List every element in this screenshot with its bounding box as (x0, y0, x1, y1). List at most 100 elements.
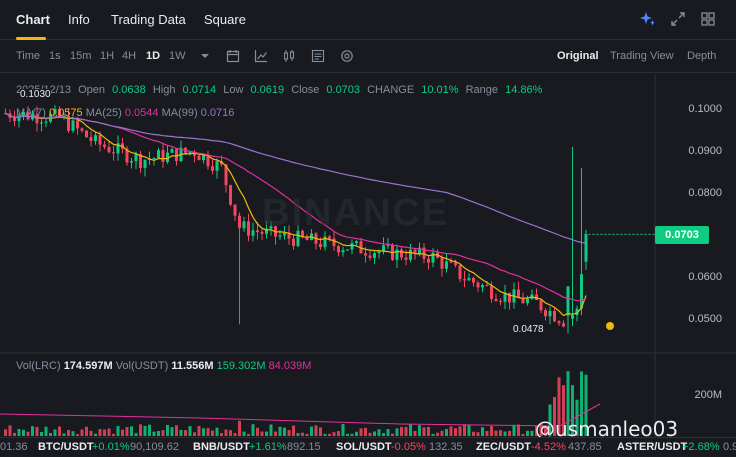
timeframe-1d[interactable]: 1D (146, 50, 160, 62)
timeframe-1w[interactable]: 1W (169, 50, 186, 62)
ma7-value: 0.0575 (49, 107, 83, 119)
view-depth[interactable]: Depth (687, 50, 716, 62)
volume-bar (287, 430, 291, 436)
volume-bar (278, 426, 282, 436)
volume-bar (134, 433, 138, 436)
volume-bar (341, 424, 345, 436)
vol-lrc-label: Vol(LRC) (16, 360, 61, 372)
candle-body (251, 230, 255, 236)
candle-body (553, 311, 556, 322)
volume-bar (107, 428, 111, 436)
range-value: 14.86% (505, 84, 543, 96)
dropdown-icon[interactable] (198, 49, 212, 63)
volume-bar (481, 427, 484, 436)
volume-bar (152, 431, 156, 436)
ticker-btc-name[interactable]: BTC/USDT (38, 441, 94, 453)
volume-bar (517, 424, 520, 436)
volume-bar (26, 431, 30, 436)
volume-bar (413, 430, 417, 436)
tab-square[interactable]: Square (204, 12, 246, 27)
ticker-bnb-change: +1.61% (249, 441, 287, 453)
candle-body (215, 161, 219, 171)
ticker-prefix: 01.36 (0, 441, 28, 453)
candle-body (157, 150, 160, 159)
volume-bar (512, 424, 516, 436)
volume-info: Vol(LRC) 174.597M Vol(USDT) 11.556M 159.… (16, 360, 311, 372)
timeframe-15m[interactable]: 15m (70, 50, 91, 62)
high-value: 0.0714 (182, 84, 217, 96)
candle-body (143, 159, 147, 168)
candle-body (170, 149, 174, 153)
volume-bar (508, 430, 511, 436)
candle-body (130, 161, 133, 163)
candle-body (319, 243, 322, 248)
volume-bar (184, 430, 187, 436)
candle-type-icon[interactable] (282, 49, 296, 63)
volume-bar (472, 431, 475, 436)
volume-bar (67, 430, 70, 436)
candle-body (292, 238, 295, 246)
grid-icon[interactable] (700, 11, 716, 27)
price-axis-1: 0.0900 (688, 145, 722, 157)
volume-bar (382, 433, 385, 436)
volume-bar (467, 425, 471, 436)
view-original[interactable]: Original (557, 50, 599, 62)
volume-bar (121, 429, 124, 436)
candle-body (233, 204, 237, 216)
tab-info[interactable]: Info (68, 12, 90, 27)
volume-bar (319, 427, 322, 436)
tab-trading-data[interactable]: Trading Data (111, 12, 186, 27)
volume-bar (274, 431, 277, 436)
volume-bar (179, 429, 183, 436)
volume-bar (211, 430, 214, 436)
volume-bar (503, 431, 507, 436)
candle-body (44, 121, 48, 123)
timeframe-1h[interactable]: 1H (100, 50, 114, 62)
volume-bar (53, 429, 57, 436)
expand-icon[interactable] (670, 11, 686, 27)
candle-body (445, 261, 448, 269)
candle-body (557, 321, 561, 324)
candle-body (562, 323, 565, 327)
high-label: High (152, 84, 176, 96)
ticker-aster-name[interactable]: ASTER/USDT (617, 441, 687, 453)
candle-body (161, 150, 165, 162)
current-price-tag: 0.0703 (655, 226, 709, 244)
ticker-zec-change: -4.52% (531, 441, 566, 453)
timeframe-1s[interactable]: 1s (49, 50, 61, 62)
ticker-zec-name[interactable]: ZEC/USDT (476, 441, 531, 453)
candle-body (449, 261, 453, 263)
volume-bar (269, 424, 273, 436)
ma99-value: 0.0716 (200, 107, 235, 119)
ticker-aster-price: 0.9 (723, 441, 736, 453)
ticker-aster-change: +2.68% (682, 441, 720, 453)
settings-icon[interactable] (340, 49, 354, 63)
vol-ma1-value: 159.302M (216, 360, 266, 372)
volume-bar (76, 433, 79, 436)
volume-bar (80, 429, 84, 436)
candle-body (539, 300, 543, 311)
line-tool-icon[interactable] (254, 49, 268, 63)
volume-bar (499, 430, 502, 436)
vol-usdt-value: 11.556M (171, 360, 214, 372)
candle-body (346, 249, 349, 251)
candlestick-chart[interactable] (0, 74, 736, 436)
volume-bar (8, 425, 12, 436)
ticker-sol-name[interactable]: SOL/USDT (336, 441, 392, 453)
candle-body (494, 298, 498, 301)
volume-bar (530, 430, 534, 436)
volume-bar (490, 426, 493, 436)
volume-bar (125, 426, 129, 436)
tab-chart[interactable]: Chart (16, 12, 50, 27)
volume-bar (233, 433, 237, 436)
volume-bar (4, 429, 7, 436)
volume-bar (296, 433, 300, 436)
ma7-label: MA(7) (16, 107, 46, 119)
ticker-bnb-name[interactable]: BNB/USDT (193, 441, 250, 453)
calendar-icon[interactable] (226, 49, 240, 63)
indicator-icon[interactable] (311, 49, 325, 63)
volume-bar (454, 428, 457, 436)
view-trading-view[interactable]: Trading View (610, 50, 674, 62)
timeframe-4h[interactable]: 4H (122, 50, 136, 62)
sparkle-icon[interactable] (640, 11, 656, 27)
